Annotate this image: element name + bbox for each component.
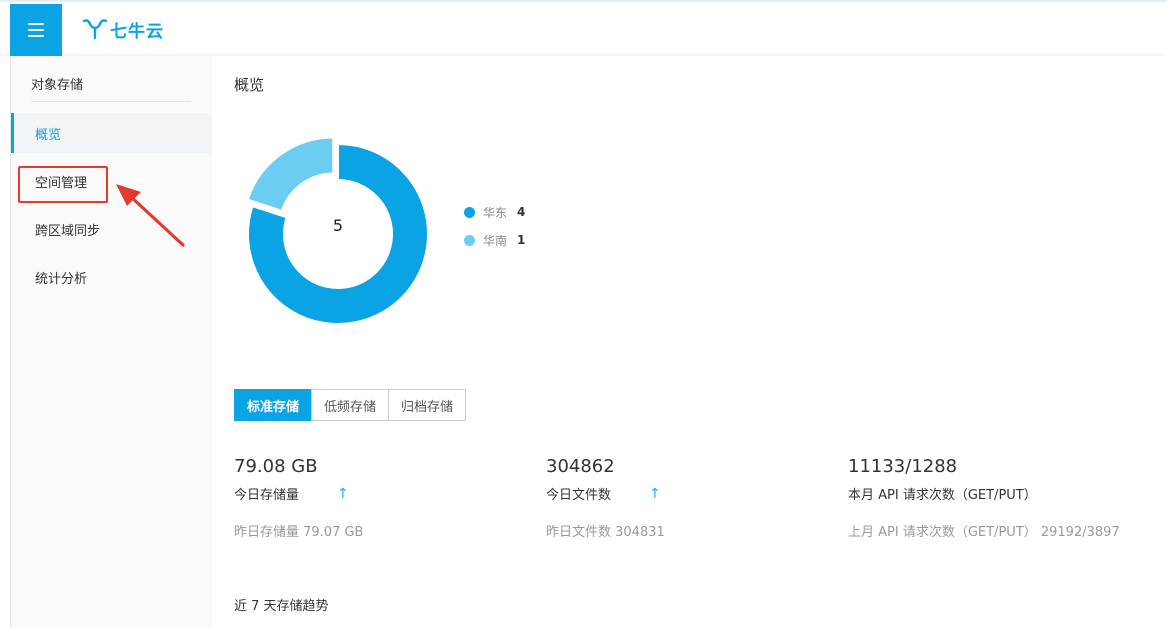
stat-previous: 昨日存储量 79.07 GB — [234, 525, 364, 540]
stat-label: 本月 API 请求次数（GET/PUT） — [848, 488, 1037, 503]
stat-label: 今日存储量 — [234, 488, 300, 503]
legend-value: 4 — [517, 205, 526, 219]
qiniu-logo-icon — [82, 19, 108, 40]
sidebar: 对象存储 概览 空间管理 跨区域同步 统计分析 — [10, 56, 213, 628]
stat-api-requests: 11133/1288 本月 API 请求次数（GET/PUT） 上月 API 请… — [848, 456, 1120, 540]
legend-dot-icon — [464, 206, 475, 218]
tab-archive-storage[interactable]: 归档存储 — [388, 389, 467, 421]
storage-type-tabs: 标准存储 低频存储 归档存储 — [234, 389, 467, 421]
stat-previous: 昨日文件数 304831 — [546, 525, 665, 540]
legend-dot-icon — [464, 234, 475, 246]
arrow-up-icon: ↑ — [337, 485, 349, 502]
stat-label-row: 今日存储量 ↑ — [234, 484, 363, 504]
logo-text: 七牛云 — [110, 21, 164, 42]
stat-value: 11133/1288 — [848, 456, 958, 477]
stat-label-row: 今日文件数 ↑ — [546, 484, 665, 504]
sidebar-title: 对象存储 — [31, 78, 84, 93]
main-content: 概览 5 华东 4 华南 1 标准存储 低频存储 归档存储 79.08 GB 今… — [212, 56, 1167, 628]
logo[interactable]: 七牛云 — [82, 16, 164, 42]
arrow-up-icon: ↑ — [649, 485, 661, 502]
legend-label: 华东 — [483, 205, 508, 220]
donut-total: 5 — [332, 216, 344, 235]
legend-label: 华南 — [483, 233, 508, 248]
page-title: 概览 — [234, 76, 265, 94]
sidebar-item-bucket-management[interactable]: 空间管理 — [11, 161, 213, 201]
menu-button[interactable] — [10, 4, 62, 56]
sidebar-item-statistics[interactable]: 统计分析 — [11, 257, 213, 297]
sidebar-item-overview[interactable]: 概览 — [11, 113, 213, 153]
stat-previous: 上月 API 请求次数（GET/PUT） 29192/3897 — [848, 525, 1120, 540]
sidebar-divider — [31, 101, 191, 102]
legend-item[interactable]: 华东 4 — [464, 198, 525, 226]
stat-label: 今日文件数 — [546, 488, 612, 503]
stat-value: 79.08 GB — [234, 456, 318, 477]
stat-storage: 79.08 GB 今日存储量 ↑ 昨日存储量 79.07 GB — [234, 456, 363, 540]
tab-standard-storage[interactable]: 标准存储 — [234, 389, 313, 421]
stat-value: 304862 — [546, 456, 615, 477]
donut-legend: 华东 4 华南 1 — [464, 198, 525, 254]
sidebar-item-cross-region-sync[interactable]: 跨区域同步 — [11, 209, 213, 249]
stat-label-row: 本月 API 请求次数（GET/PUT） — [848, 484, 1120, 503]
legend-value: 1 — [517, 233, 526, 247]
top-bar: 七牛云 — [0, 0, 1167, 56]
stat-files: 304862 今日文件数 ↑ 昨日文件数 304831 — [546, 456, 665, 540]
legend-item[interactable]: 华南 1 — [464, 226, 525, 254]
hamburger-icon — [28, 23, 44, 37]
tab-infrequent-storage[interactable]: 低频存储 — [311, 389, 390, 421]
trend-section-title: 近 7 天存储趋势 — [234, 599, 329, 614]
donut-slice-1[interactable] — [246, 136, 335, 213]
